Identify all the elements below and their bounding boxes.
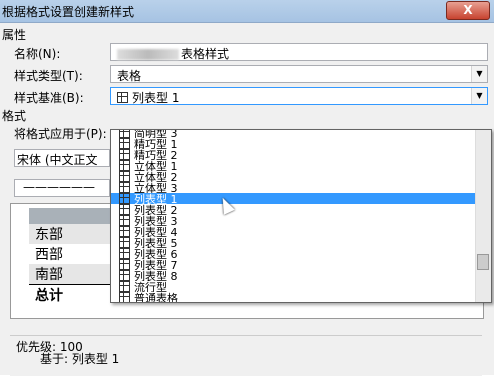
list-item[interactable]: 简明型 3: [111, 129, 481, 138]
line-style-select[interactable]: ——————: [14, 179, 110, 197]
list-item-label: 列表型 2: [134, 204, 178, 215]
font-select[interactable]: 宋体 (中文正文: [14, 149, 110, 167]
table-style-icon: [119, 248, 130, 259]
list-item-label: 立体型 3: [134, 182, 178, 193]
list-item-label: 精巧型 2: [134, 149, 178, 160]
title-bar: 根据格式设置创建新样式 X: [0, 0, 494, 23]
table-style-icon: [119, 160, 130, 171]
list-scrollbar[interactable]: [475, 130, 491, 302]
chevron-down-icon[interactable]: ▼: [471, 66, 487, 82]
list-item[interactable]: 流行型: [111, 281, 481, 292]
close-button[interactable]: X: [446, 1, 490, 20]
table-style-icon: [119, 281, 130, 292]
table-style-icon: [119, 193, 130, 204]
table-style-icon: [119, 270, 130, 281]
table-style-icon: [119, 226, 130, 237]
style-base-select[interactable]: 列表型 1 ▼: [110, 87, 488, 105]
list-item[interactable]: 列表型 3: [111, 215, 481, 226]
properties-section-label: 属性: [2, 28, 27, 42]
table-style-icon: [119, 138, 130, 149]
format-section-label: 格式: [2, 109, 27, 123]
list-item[interactable]: 立体型 3: [111, 182, 481, 193]
list-item-label: 精巧型 1: [134, 138, 178, 149]
table-style-icon: [119, 149, 130, 160]
list-item[interactable]: 精巧型 1: [111, 138, 481, 149]
table-cell: 西部: [35, 247, 63, 263]
table-style-icon: [119, 292, 130, 302]
dialog-body: 属性 名称(N): 表格样式 样式类型(T): 表格 ▼ 样式基准(B): 列表…: [0, 23, 494, 376]
table-cell: 南部: [35, 267, 63, 283]
font-value: 宋体 (中文正文: [17, 153, 98, 167]
list-item[interactable]: 普通表格: [111, 292, 481, 303]
list-item[interactable]: 列表型 7: [111, 259, 481, 270]
table-style-icon: [119, 204, 130, 215]
list-item[interactable]: 列表型 6: [111, 248, 481, 259]
style-type-select[interactable]: 表格 ▼: [110, 65, 488, 83]
table-style-icon: [119, 259, 130, 270]
list-item[interactable]: 列表型 2: [111, 204, 481, 215]
list-item[interactable]: 列表型 5: [111, 237, 481, 248]
list-item-label: 列表型 3: [134, 215, 178, 226]
list-item-label: 列表型 5: [134, 237, 178, 248]
list-item-label: 列表型 8: [134, 270, 178, 281]
based-on-text: 基于: 列表型 1: [40, 352, 120, 366]
table-cell: 东部: [35, 227, 63, 243]
line-style-value: ——————: [23, 180, 95, 194]
list-item[interactable]: 精巧型 2: [111, 149, 481, 160]
style-type-value: 表格: [117, 69, 142, 83]
table-cell: 总计: [35, 288, 63, 304]
table-style-icon: [119, 215, 130, 226]
style-type-label: 样式类型(T):: [14, 69, 83, 83]
table-style-icon: [117, 92, 128, 103]
list-item[interactable]: 列表型 1: [111, 193, 481, 204]
list-item[interactable]: 列表型 4: [111, 226, 481, 237]
list-item-label: 列表型 4: [134, 226, 178, 237]
style-description: 优先级: 100 基于: 列表型 1: [10, 335, 482, 376]
list-item-label: 流行型: [134, 281, 167, 292]
list-item-label: 立体型 2: [134, 171, 178, 182]
apply-to-label: 将格式应用于(P):: [14, 127, 107, 141]
name-input[interactable]: 表格样式: [110, 43, 488, 61]
list-item-label: 列表型 7: [134, 259, 178, 270]
name-value: 表格样式: [181, 47, 230, 61]
scrollbar-thumb[interactable]: [477, 254, 489, 270]
style-base-value: 列表型 1: [132, 91, 180, 105]
style-base-dropdown-list[interactable]: 简明型 3 精巧型 1 精巧型 2 立体型 1 立体型 2 立体型 3 列表型 1 列表型 2…: [110, 129, 492, 303]
style-base-label: 样式基准(B):: [14, 91, 84, 105]
list-item-label: 普通表格: [134, 292, 178, 303]
window-title: 根据格式设置创建新样式: [2, 5, 135, 19]
table-style-icon: [119, 182, 130, 193]
list-item[interactable]: 列表型 8: [111, 270, 481, 281]
chevron-down-icon[interactable]: ▼: [471, 88, 487, 104]
list-item-label: 简明型 3: [134, 129, 178, 138]
list-item[interactable]: 立体型 1: [111, 160, 481, 171]
list-item-label: 列表型 1: [134, 193, 178, 204]
table-style-icon: [119, 130, 130, 138]
list-item[interactable]: 立体型 2: [111, 171, 481, 182]
blurred-text: [117, 49, 179, 60]
list-item-label: 列表型 6: [134, 248, 178, 259]
list-item-label: 立体型 1: [134, 160, 178, 171]
table-style-icon: [119, 171, 130, 182]
table-style-icon: [119, 237, 130, 248]
name-label: 名称(N):: [14, 47, 61, 61]
